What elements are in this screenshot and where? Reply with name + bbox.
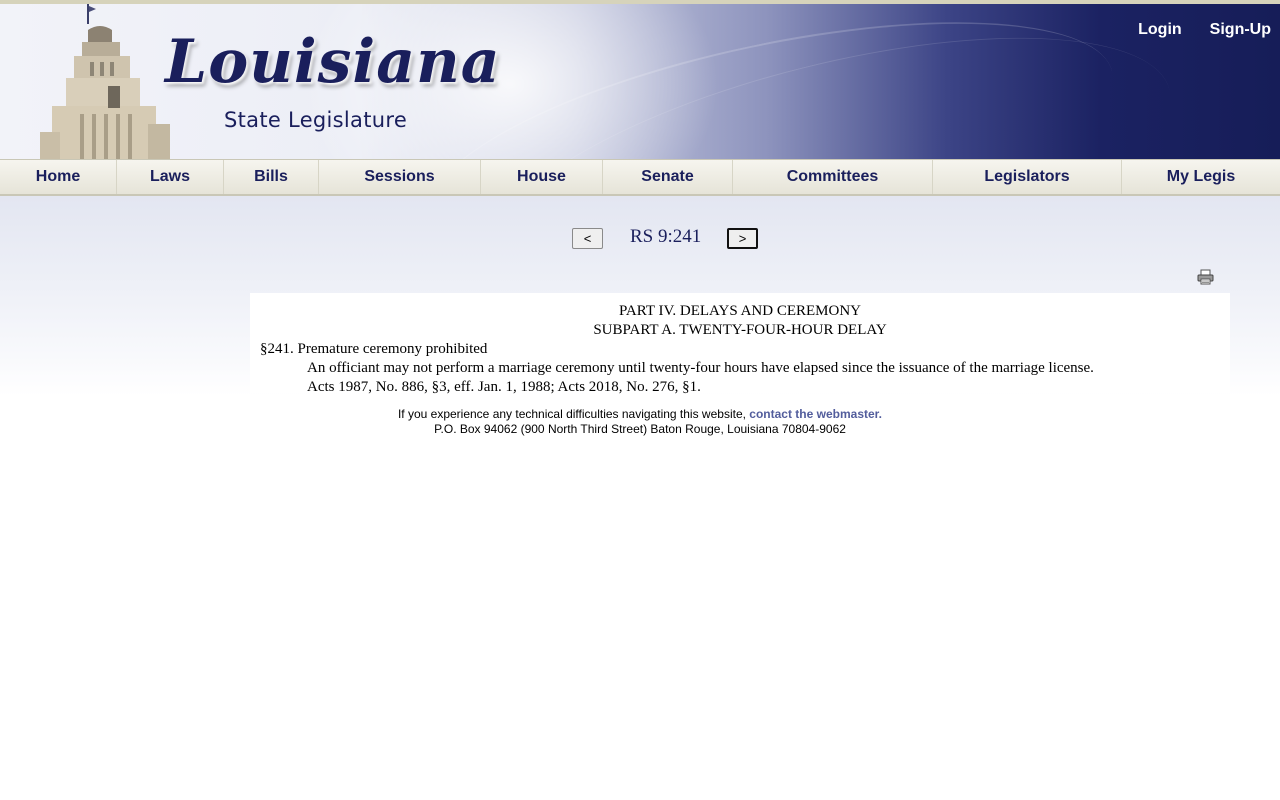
nav-item-sessions[interactable]: Sessions (319, 160, 481, 194)
previous-button[interactable]: < (572, 228, 603, 249)
signup-link[interactable]: Sign-Up (1210, 21, 1271, 39)
nav-item-laws[interactable]: Laws (117, 160, 224, 194)
login-link[interactable]: Login (1138, 21, 1182, 39)
nav-item-my-legis[interactable]: My Legis (1122, 160, 1280, 194)
subpart-heading: SUBPART A. TWENTY-FOUR-HOUR DELAY (593, 322, 887, 338)
logo-subtitle: State Legislature (224, 108, 408, 132)
section-body: An officiant may not perform a marriage … (307, 360, 1094, 376)
nav-item-bills[interactable]: Bills (224, 160, 319, 194)
nav-item-house[interactable]: House (481, 160, 603, 194)
site-header: Louisiana State Legislature Login Sign-U… (0, 0, 1280, 159)
part-heading: PART IV. DELAYS AND CEREMONY (618, 303, 862, 319)
nav-item-committees[interactable]: Committees (733, 160, 933, 194)
logo-title: Louisiana (165, 27, 501, 97)
page-footer: If you experience any technical difficul… (0, 407, 1280, 437)
footer-text: If you experience any technical difficul… (397, 407, 746, 421)
footer-line: If you experience any technical difficul… (0, 407, 1280, 422)
next-button[interactable]: > (727, 228, 758, 249)
main-nav: Home Laws Bills Sessions House Senate Co… (0, 159, 1280, 196)
statute-reference: RS 9:241 (630, 226, 702, 247)
contact-webmaster-link[interactable]: contact the webmaster. (749, 407, 882, 421)
print-icon[interactable] (1197, 269, 1214, 285)
section-history: Acts 1987, No. 886, §3, eff. Jan. 1, 198… (307, 379, 701, 395)
auth-links: Login Sign-Up (1138, 21, 1271, 39)
capitol-icon (40, 4, 170, 159)
nav-item-home[interactable]: Home (0, 160, 117, 194)
section-heading: §241. Premature ceremony prohibited (260, 341, 488, 357)
footer-address: P.O. Box 94062 (900 North Third Street) … (434, 422, 846, 436)
nav-item-legislators[interactable]: Legislators (933, 160, 1122, 194)
statute-document: PART IV. DELAYS AND CEREMONY SUBPART A. … (250, 293, 1230, 395)
nav-item-senate[interactable]: Senate (603, 160, 733, 194)
